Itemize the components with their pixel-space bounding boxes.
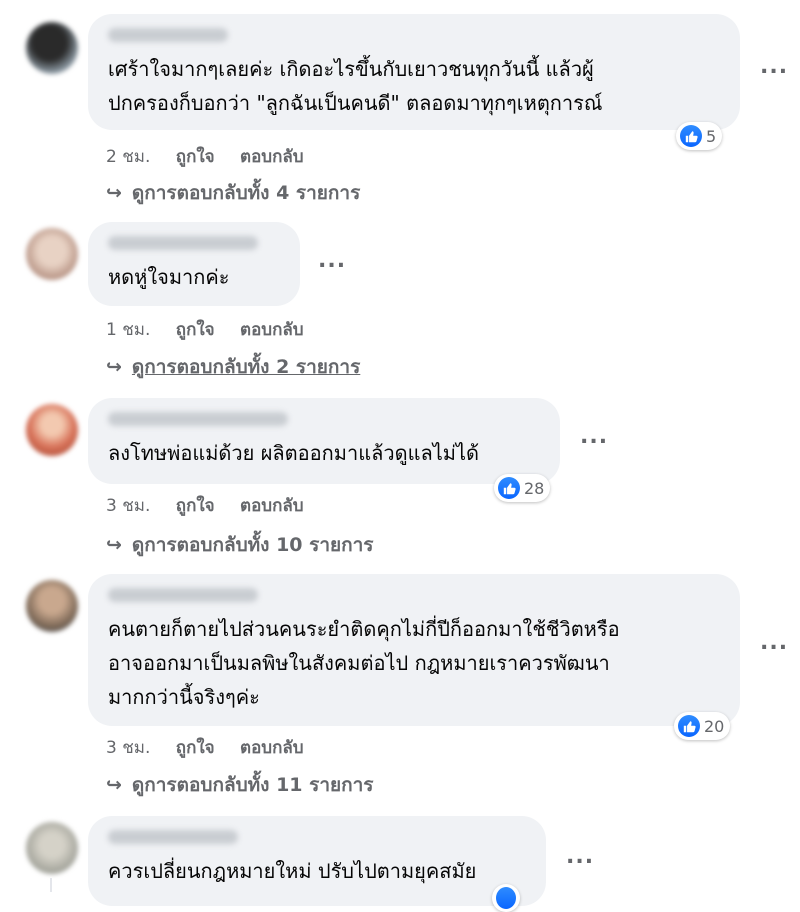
view-replies-label: ดูการตอบกลับทั้ง 4 รายการ <box>131 182 361 204</box>
comment-text-line: มากกว่านี้จริงๆค่ะ <box>108 685 260 709</box>
more-options-icon[interactable]: ... <box>760 632 788 654</box>
thumbs-up-icon <box>680 125 702 147</box>
like-button[interactable]: ถูกใจ <box>176 147 215 167</box>
reply-arrow-icon: ↪ <box>106 182 122 204</box>
comment-bubble: เศร้าใจมากๆเลยค่ะ เกิดอะไรขึ้นกับเยาวชนท… <box>88 14 740 130</box>
view-replies-link[interactable]: ↪ ดูการตอบกลับทั้ง 4 รายการ <box>106 178 360 208</box>
reaction-number: 20 <box>704 716 725 736</box>
reply-button[interactable]: ตอบกลับ <box>240 496 304 516</box>
thumbs-up-icon <box>498 477 520 499</box>
view-replies-link[interactable]: ↪ ดูการตอบกลับทั้ง 11 รายการ <box>106 770 374 800</box>
comment-bubble: ลงโทษพ่อแม่ด้วย ผลิตออกมาแล้วดูแลไม่ได้ <box>88 398 560 484</box>
reaction-count[interactable]: 20 <box>674 712 731 740</box>
thumbs-up-icon <box>678 715 700 737</box>
comment-bubble: คนตายก็ตายไปส่วนคนระยำติดคุกไม่กี่ปีก็ออ… <box>88 574 740 726</box>
comment-bubble: หดหู่ใจมากค่ะ <box>88 222 300 306</box>
comment-bubble: ควรเปลี่ยนกฎหมายใหม่ ปรับไปตามยุคสมัย <box>88 816 546 906</box>
avatar[interactable] <box>26 22 78 74</box>
reaction-count[interactable] <box>492 884 520 912</box>
comment-text-line: หดหู่ใจมากค่ะ <box>108 265 230 289</box>
comment-text-line: ควรเปลี่ยนกฎหมายใหม่ ปรับไปตามยุคสมัย <box>108 859 477 883</box>
view-replies-label: ดูการตอบกลับทั้ง 2 รายการ <box>131 356 361 378</box>
reaction-count[interactable]: 5 <box>676 122 723 150</box>
comment-actions: 3 ชม. ถูกใจ ตอบกลับ <box>106 492 324 519</box>
reply-button[interactable]: ตอบกลับ <box>240 320 304 340</box>
reply-arrow-icon: ↪ <box>106 534 122 556</box>
timestamp[interactable]: 1 ชม. <box>106 320 150 340</box>
like-button[interactable]: ถูกใจ <box>176 738 215 758</box>
more-options-icon[interactable]: ... <box>318 250 346 272</box>
comment-text-line: อาจออกมาเป็นมลพิษในสังคมต่อไป กฎหมายเราค… <box>108 651 610 675</box>
timestamp[interactable]: 3 ชม. <box>106 496 150 516</box>
timestamp[interactable]: 2 ชม. <box>106 147 150 167</box>
author-name[interactable] <box>108 830 238 844</box>
view-replies-link[interactable]: ↪ ดูการตอบกลับทั้ง 10 รายการ <box>106 530 374 560</box>
comment-text-line: เศร้าใจมากๆเลยค่ะ เกิดอะไรขึ้นกับเยาวชนท… <box>108 57 594 81</box>
view-replies-label: ดูการตอบกลับทั้ง 11 รายการ <box>131 774 374 796</box>
comment-text-line: คนตายก็ตายไปส่วนคนระยำติดคุกไม่กี่ปีก็ออ… <box>108 617 620 641</box>
reaction-count[interactable]: 28 <box>494 474 551 502</box>
reply-arrow-icon: ↪ <box>106 356 122 378</box>
avatar[interactable] <box>26 580 78 632</box>
author-name[interactable] <box>108 588 258 602</box>
avatar[interactable] <box>26 822 78 874</box>
thumbs-up-icon <box>496 887 516 909</box>
comment-actions: 1 ชม. ถูกใจ ตอบกลับ <box>106 316 324 343</box>
view-replies-label: ดูการตอบกลับทั้ง 10 รายการ <box>131 534 374 556</box>
more-options-icon[interactable]: ... <box>580 426 608 448</box>
reply-button[interactable]: ตอบกลับ <box>240 147 304 167</box>
more-options-icon[interactable]: ... <box>760 56 788 78</box>
view-replies-link[interactable]: ↪ ดูการตอบกลับทั้ง 2 รายการ <box>106 352 360 382</box>
like-button[interactable]: ถูกใจ <box>176 496 215 516</box>
reply-arrow-icon: ↪ <box>106 774 122 796</box>
comment-text-line: ลงโทษพ่อแม่ด้วย ผลิตออกมาแล้วดูแลไม่ได้ <box>108 441 480 465</box>
comment-text-line: ปกครองก็บอกว่า "ลูกฉันเป็นคนดี" ตลอดมาทุ… <box>108 91 603 115</box>
author-name[interactable] <box>108 236 258 250</box>
author-name[interactable] <box>108 412 288 426</box>
comment-actions: 3 ชม. ถูกใจ ตอบกลับ <box>106 734 324 761</box>
like-button[interactable]: ถูกใจ <box>176 320 215 340</box>
reaction-number: 28 <box>524 478 545 498</box>
timestamp[interactable]: 3 ชม. <box>106 738 150 758</box>
comment-actions: 2 ชม. ถูกใจ ตอบกลับ <box>106 143 324 170</box>
more-options-icon[interactable]: ... <box>566 846 594 868</box>
author-name[interactable] <box>108 28 228 42</box>
avatar[interactable] <box>26 404 78 456</box>
reaction-number: 5 <box>706 126 717 146</box>
thread-line <box>50 878 52 892</box>
avatar[interactable] <box>26 228 78 280</box>
reply-button[interactable]: ตอบกลับ <box>240 738 304 758</box>
